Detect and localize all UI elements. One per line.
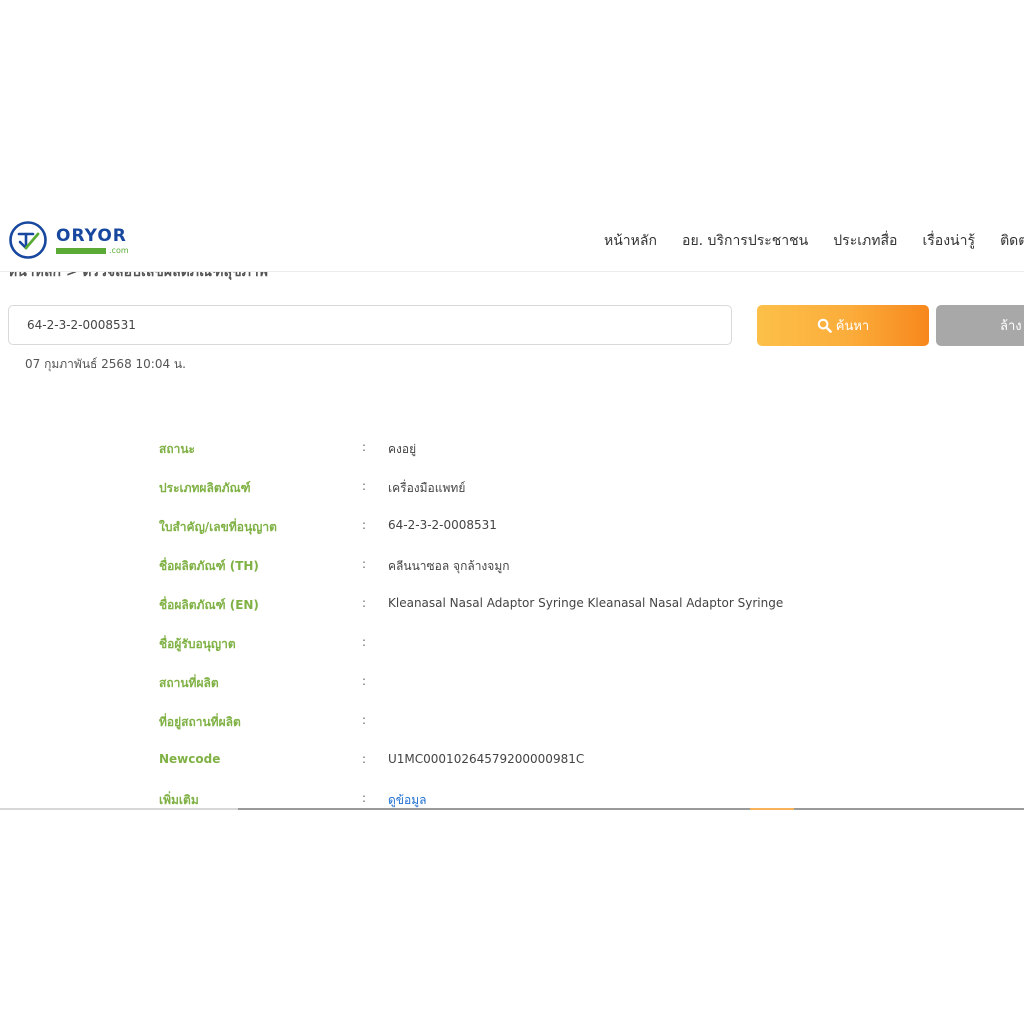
detail-row-product-name-en: ชื่อผลิตภัณฑ์ (EN) : Kleanasal Nasal Ada… <box>0 596 1024 616</box>
main-nav: หน้าหลัก อย. บริการประชาชน ประเภทสื่อ เร… <box>604 230 1024 252</box>
detail-row-license-number: ใบสำคัญ/เลขที่อนุญาต : 64-2-3-2-0008531 <box>0 518 1024 538</box>
detail-label: สถานะ <box>159 442 195 456</box>
detail-value: Kleanasal Nasal Adaptor Syringe Kleanasa… <box>388 596 784 610</box>
edge-segment <box>0 808 238 810</box>
detail-row-manufacturing-site: สถานที่ผลิต : <box>0 674 1024 694</box>
clear-button[interactable]: ล้าง <box>936 305 1024 346</box>
search-timestamp: 07 กุมภาพันธ์ 2568 10:04 น. <box>25 357 186 371</box>
detail-row-product-type: ประเภทผลิตภัณฑ์ : เครื่องมือแพทย์ <box>0 479 1024 499</box>
oryor-logo-icon <box>9 221 47 259</box>
detail-separator: : <box>362 440 367 454</box>
detail-label: ชื่อผลิตภัณฑ์ (EN) <box>159 598 259 612</box>
search-icon <box>817 318 832 333</box>
edge-segment-accent <box>750 808 794 810</box>
detail-value: 64-2-3-2-0008531 <box>388 518 497 532</box>
nav-item-public-services[interactable]: อย. บริการประชาชน <box>682 230 808 252</box>
detail-value: U1MC00010264579200000981C <box>388 752 585 766</box>
nav-item-contact[interactable]: ติดต่อ <box>1000 230 1024 252</box>
detail-label: ประเภทผลิตภัณฑ์ <box>159 481 251 495</box>
logo-underline-bar <box>56 248 106 254</box>
logo-wordmark: ORYOR <box>56 226 127 246</box>
detail-row-status: สถานะ : คงอยู่ <box>0 440 1024 460</box>
search-button-label: ค้นหา <box>835 319 870 334</box>
detail-row-licensee: ชื่อผู้รับอนุญาต : <box>0 635 1024 655</box>
site-logo[interactable]: ORYOR .com <box>8 220 138 260</box>
detail-label: Newcode <box>159 752 221 766</box>
detail-separator: : <box>362 674 367 688</box>
detail-separator: : <box>362 752 367 766</box>
site-header: ORYOR .com หน้าหลัก อย. บริการประชาชน ปร… <box>0 207 1024 272</box>
nav-item-knowledge[interactable]: เรื่องน่ารู้ <box>923 230 976 252</box>
detail-label: สถานที่ผลิต <box>159 676 219 690</box>
logo-domain-suffix: .com <box>109 246 129 255</box>
detail-separator: : <box>362 713 367 727</box>
search-input[interactable] <box>8 305 732 345</box>
detail-label: ที่อยู่สถานที่ผลิต <box>159 715 241 729</box>
detail-separator: : <box>362 596 367 610</box>
page-bottom-edge <box>0 808 1024 810</box>
detail-separator: : <box>362 518 367 532</box>
detail-value: คงอยู่ <box>388 442 417 456</box>
page-viewport: ORYOR .com หน้าหลัก อย. บริการประชาชน ปร… <box>0 207 1024 810</box>
detail-label: ชื่อผู้รับอนุญาต <box>159 637 236 651</box>
detail-separator: : <box>362 479 367 493</box>
detail-label: ใบสำคัญ/เลขที่อนุญาต <box>159 520 277 534</box>
nav-item-media-types[interactable]: ประเภทสื่อ <box>833 230 897 252</box>
nav-item-home[interactable]: หน้าหลัก <box>604 230 657 252</box>
detail-separator: : <box>362 635 367 649</box>
detail-row-manufacturing-address: ที่อยู่สถานที่ผลิต : <box>0 713 1024 733</box>
detail-row-newcode: Newcode : U1MC00010264579200000981C <box>0 752 1024 772</box>
detail-value: เครื่องมือแพทย์ <box>388 481 466 495</box>
detail-separator: : <box>362 557 367 571</box>
detail-label: ชื่อผลิตภัณฑ์ (TH) <box>159 559 259 573</box>
search-button[interactable]: ค้นหา <box>757 305 929 346</box>
detail-row-product-name-th: ชื่อผลิตภัณฑ์ (TH) : คลีนนาซอล จุกล้างจม… <box>0 557 1024 577</box>
detail-separator: : <box>362 791 367 805</box>
detail-value: คลีนนาซอล จุกล้างจมูก <box>388 559 510 573</box>
